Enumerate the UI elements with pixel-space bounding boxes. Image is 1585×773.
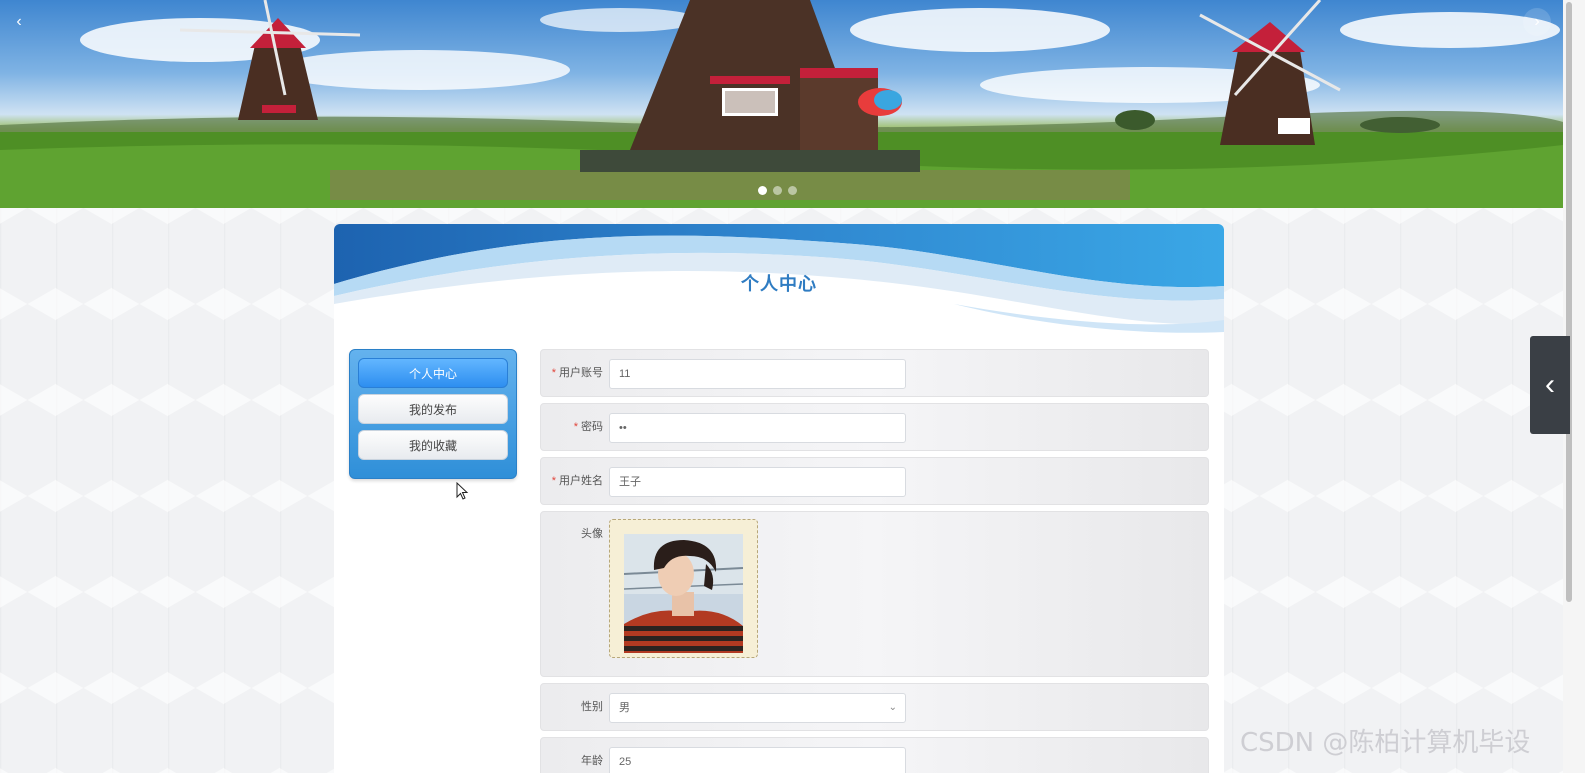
required-mark: * xyxy=(573,421,578,433)
required-mark: * xyxy=(551,475,556,487)
menu-item-profile[interactable]: 个人中心 xyxy=(358,358,508,388)
form-row-account: * 用户账号 11 xyxy=(540,349,1209,397)
form-row-avatar: 头像 xyxy=(540,511,1209,677)
banner-prev-button[interactable]: ‹ xyxy=(5,8,33,36)
menu-item-my-favorites[interactable]: 我的收藏 xyxy=(358,430,508,460)
chevron-left-icon: ‹ xyxy=(1545,368,1555,401)
account-input[interactable]: 11 xyxy=(609,359,906,389)
required-mark: * xyxy=(551,367,556,379)
age-input[interactable]: 25 xyxy=(609,747,906,773)
banner-indicators xyxy=(758,186,797,195)
profile-form: * 用户账号 11 * 密码 •• * 用户姓名 王子 头像 性别 男 ⌄ 年龄… xyxy=(540,349,1209,773)
banner-next-button[interactable]: › xyxy=(1523,8,1551,36)
gender-select[interactable]: 男 ⌄ xyxy=(609,693,906,723)
menu-item-my-posts[interactable]: 我的发布 xyxy=(358,394,508,424)
card-header: 个人中心 xyxy=(334,224,1224,334)
banner-image xyxy=(0,0,1563,208)
form-row-password: * 密码 •• xyxy=(540,403,1209,451)
chevron-down-icon: ⌄ xyxy=(888,702,897,713)
avatar-uploader[interactable] xyxy=(609,519,758,658)
password-label: * 密码 xyxy=(573,421,603,433)
avatar-label: 头像 xyxy=(581,528,603,540)
watermark: CSDN @陈柏计算机毕设 xyxy=(1240,728,1531,758)
account-label: * 用户账号 xyxy=(551,367,603,379)
form-row-name: * 用户姓名 王子 xyxy=(540,457,1209,505)
side-drawer-toggle[interactable]: ‹ xyxy=(1530,336,1570,434)
avatar xyxy=(624,534,743,653)
scrollbar-thumb[interactable] xyxy=(1566,2,1572,602)
name-label: * 用户姓名 xyxy=(551,475,603,487)
age-label: 年龄 xyxy=(581,755,603,767)
banner-dot-3[interactable] xyxy=(788,186,797,195)
name-input[interactable]: 王子 xyxy=(609,467,906,497)
gender-label: 性别 xyxy=(581,701,603,713)
form-row-gender: 性别 男 ⌄ xyxy=(540,683,1209,731)
page-title: 个人中心 xyxy=(741,274,817,294)
mouse-cursor-icon xyxy=(456,482,469,500)
gender-value: 男 xyxy=(619,702,630,714)
form-row-age: 年龄 25 xyxy=(540,737,1209,773)
banner-dot-1[interactable] xyxy=(758,186,767,195)
password-input[interactable]: •• xyxy=(609,413,906,443)
banner-carousel[interactable]: ‹ › xyxy=(0,0,1563,208)
banner-dot-2[interactable] xyxy=(773,186,782,195)
profile-menu: 个人中心 我的发布 我的收藏 xyxy=(349,349,517,479)
